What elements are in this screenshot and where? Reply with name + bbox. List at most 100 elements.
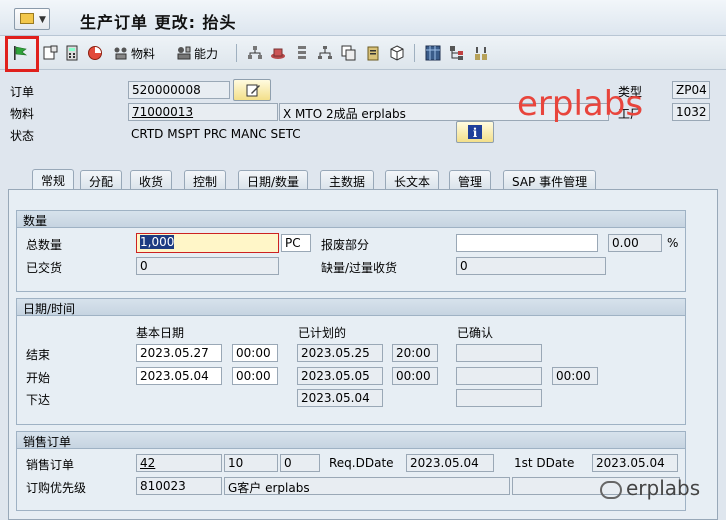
tab-assignment[interactable]: 分配 xyxy=(80,170,123,190)
svg-text:i: i xyxy=(473,126,478,140)
object-button[interactable] xyxy=(389,44,405,62)
start-planned-time: 00:00 xyxy=(392,367,438,385)
menu-icon xyxy=(20,13,34,24)
req-date-label: Req.DDate xyxy=(329,456,394,470)
cost-icon xyxy=(88,46,102,60)
order-field[interactable]: 520000008 xyxy=(128,81,230,99)
shortage-field: 0 xyxy=(456,257,606,275)
first-date-field: 2023.05.04 xyxy=(592,454,678,472)
req-date-field: 2023.05.04 xyxy=(406,454,494,472)
material-field[interactable]: 71000013 xyxy=(128,103,278,121)
planned-header: 已计划的 xyxy=(298,326,347,340)
capacity-icon xyxy=(177,46,191,60)
cube-icon xyxy=(390,45,404,61)
priority-field: 810023 xyxy=(136,477,222,495)
delivered-field: 0 xyxy=(136,257,279,275)
end-planned-time: 20:00 xyxy=(392,344,438,362)
status-value: CRTD MSPT PRC MANC SETC xyxy=(131,127,301,141)
scrap-input[interactable] xyxy=(456,234,598,252)
dates-group-title: 日期/时间 xyxy=(17,299,685,316)
unit-field[interactable]: PC xyxy=(281,234,311,252)
tab-general[interactable]: 常规 xyxy=(32,169,75,190)
release-confirmed-date xyxy=(456,389,542,407)
plant-field[interactable]: 1032 xyxy=(672,103,710,121)
tab-sap-event-management[interactable]: SAP 事件管理 xyxy=(503,170,597,190)
end-planned-date: 2023.05.25 xyxy=(297,344,383,362)
end-label: 结束 xyxy=(26,348,51,362)
page-title: 生产订单 更改: 抬头 xyxy=(80,13,237,32)
sales-order-link[interactable]: 42 xyxy=(140,456,155,470)
scrap-label: 报废部分 xyxy=(321,238,370,252)
end-planned-time-value: 20:00 xyxy=(396,346,431,360)
confirmed-header: 已确认 xyxy=(457,326,494,340)
delivered-label: 已交货 xyxy=(26,261,63,275)
network-button[interactable] xyxy=(317,44,333,62)
edit-button[interactable] xyxy=(233,79,271,101)
tab-dates-quantities[interactable]: 日期/数量 xyxy=(238,170,309,190)
clipboard-icon xyxy=(367,46,379,61)
end-basic-date-input[interactable]: 2023.05.27 xyxy=(136,344,222,362)
total-quantity-value: 1,000 xyxy=(140,235,175,249)
document-links-button[interactable] xyxy=(365,44,381,62)
hat-icon xyxy=(271,48,285,59)
tab-long-text[interactable]: 长文本 xyxy=(385,170,440,190)
chevron-down-icon: ▼ xyxy=(39,15,46,25)
start-confirmed-date xyxy=(456,367,542,385)
capacity-button[interactable]: 能力 xyxy=(176,44,218,62)
material-button[interactable]: 物料 xyxy=(113,44,155,62)
scrap-percent-field: 0.00 xyxy=(608,234,662,252)
tab-administration[interactable]: 管理 xyxy=(449,170,492,190)
material-label: 物料 xyxy=(10,107,35,121)
production-resources-button[interactable] xyxy=(270,44,286,62)
menu-button[interactable]: ▼ xyxy=(14,8,50,30)
tab-goods-receipt[interactable]: 收货 xyxy=(130,170,173,190)
highlight-box xyxy=(5,36,39,72)
end-basic-time-input[interactable]: 00:00 xyxy=(232,344,278,362)
calculator-button[interactable] xyxy=(64,44,80,62)
sales-order-schedule: 0 xyxy=(280,454,320,472)
total-quantity-input[interactable]: 1,000 xyxy=(136,233,279,253)
tab-master-data[interactable]: 主数据 xyxy=(320,170,375,190)
operations-button[interactable] xyxy=(247,44,263,62)
cost-button[interactable] xyxy=(87,44,103,62)
type-field[interactable]: ZP04 xyxy=(672,81,710,99)
distribution-icon xyxy=(475,47,487,60)
watermark-erplabs: erplabs xyxy=(517,84,644,124)
capacity-button-label: 能力 xyxy=(194,46,219,61)
tab-control[interactable]: 控制 xyxy=(184,170,227,190)
copy-icon xyxy=(341,45,356,61)
document-button[interactable] xyxy=(42,44,58,62)
quantities-group-title: 数量 xyxy=(17,211,685,228)
shortage-label: 缺量/过量收货 xyxy=(321,261,398,275)
application-toolbar: 物料 能力 xyxy=(0,36,726,70)
basic-date-header: 基本日期 xyxy=(136,326,185,340)
material-button-label: 物料 xyxy=(131,46,156,61)
document-icon xyxy=(43,45,58,60)
calculator-icon xyxy=(66,45,78,61)
status-info-button[interactable]: i xyxy=(456,121,494,143)
watermark-erplabs-bottom: erplabs xyxy=(600,476,700,500)
sales-order-label: 销售订单 xyxy=(26,458,75,472)
release-label: 下达 xyxy=(26,393,51,407)
sales-order-group: 销售订单 xyxy=(16,431,686,511)
total-quantity-label: 总数量 xyxy=(26,238,63,252)
start-planned-date: 2023.05.05 xyxy=(297,367,383,385)
order-label: 订单 xyxy=(10,85,35,99)
toolbar-separator xyxy=(414,44,415,62)
network-icon xyxy=(318,46,332,59)
distribution-button[interactable] xyxy=(473,44,489,62)
table-button[interactable] xyxy=(425,44,441,62)
customer-field: G客户 erplabs xyxy=(224,477,510,495)
watermark-bottom-text: erplabs xyxy=(626,476,701,500)
copy-button[interactable] xyxy=(341,44,357,62)
toolbar-separator xyxy=(236,44,237,62)
start-basic-date-input[interactable]: 2023.05.04 xyxy=(136,367,222,385)
sales-order-field[interactable]: 42 xyxy=(136,454,222,472)
sequences-button[interactable] xyxy=(294,44,310,62)
status-label: 状态 xyxy=(10,129,35,143)
material-link[interactable]: 71000013 xyxy=(132,105,193,119)
table-icon xyxy=(425,45,441,61)
hierarchy-icon xyxy=(248,46,262,59)
structure-button[interactable] xyxy=(449,44,465,62)
start-basic-time-input[interactable]: 00:00 xyxy=(232,367,278,385)
